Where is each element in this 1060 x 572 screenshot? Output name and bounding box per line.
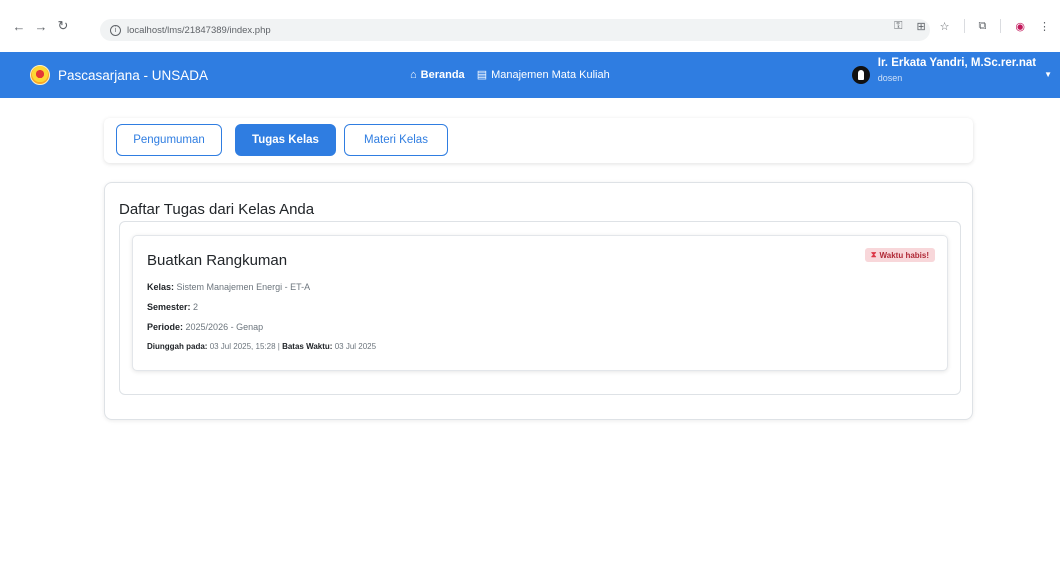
- tabs-card: Pengumuman Tugas Kelas Materi Kelas: [104, 118, 973, 163]
- app-navbar: Pascasarjana - UNSADA ⌂ Beranda ▤ Manaje…: [0, 52, 1060, 98]
- task-periode: Periode: 2025/2026 - Genap: [147, 322, 263, 332]
- address-bar[interactable]: i localhost/lms/21847389/index.php: [100, 19, 930, 41]
- toolbar-divider: [963, 19, 965, 33]
- caret-down-icon: ▼: [1044, 70, 1052, 79]
- user-menu-toggle[interactable]: Ir. Erkata Yandri, M.Sc.rer.nat dosen ▼: [851, 57, 1052, 84]
- home-icon: ⌂: [410, 68, 417, 81]
- url-text: localhost/lms/21847389/index.php: [127, 24, 271, 36]
- date-separator: |: [277, 342, 280, 351]
- brand-name: Pascasarjana - UNSADA: [58, 67, 209, 83]
- status-badge: ⧗ Waktu habis!: [864, 248, 935, 262]
- info-icon[interactable]: i: [110, 24, 121, 36]
- browser-actions: ⚿ ⊞ ☆ ⧉ ◉ ⋮: [894, 19, 1050, 33]
- translate-icon[interactable]: ⊞: [916, 20, 925, 33]
- task-list-container: Buatkan Rangkuman ⧗ Waktu habis! Kelas: …: [119, 221, 961, 395]
- semester-label: Semester:: [147, 302, 191, 312]
- browser-toolbar: ← → ↻ i localhost/lms/21847389/index.php…: [0, 0, 1060, 52]
- calendar-icon: ▤: [476, 69, 488, 81]
- key-icon[interactable]: ⚿: [894, 20, 902, 33]
- menu-icon[interactable]: ⋮: [1039, 20, 1050, 33]
- semester-value: 2: [193, 302, 199, 312]
- hourglass-icon: ⧗: [870, 250, 877, 259]
- diunggah-label: Diunggah pada:: [147, 342, 208, 351]
- nav-link-label: Beranda: [420, 68, 465, 81]
- profile-icon[interactable]: ◉: [1015, 20, 1025, 33]
- user-avatar-icon: [851, 66, 870, 84]
- periode-value: 2025/2026 - Genap: [185, 322, 264, 332]
- kelas-label: Kelas:: [147, 282, 175, 292]
- nav-link-beranda[interactable]: ⌂ Beranda: [410, 69, 465, 81]
- task-item[interactable]: Buatkan Rangkuman ⧗ Waktu habis! Kelas: …: [132, 235, 948, 371]
- diunggah-value: 03 Jul 2025, 15:28: [209, 342, 276, 351]
- reload-icon[interactable]: ↻: [52, 18, 74, 34]
- batas-value: 03 Jul 2025: [334, 342, 377, 351]
- user-role: dosen: [877, 73, 903, 83]
- back-arrow-icon[interactable]: ←: [8, 19, 30, 34]
- toolbar-divider: [1000, 19, 1002, 33]
- task-dates: Diunggah pada: 03 Jul 2025, 15:28 | Bata…: [147, 342, 376, 351]
- batas-label: Batas Waktu:: [282, 342, 333, 351]
- task-title: Buatkan Rangkuman: [147, 252, 288, 269]
- section-title: Daftar Tugas dari Kelas Anda: [119, 201, 315, 218]
- tab-materi-kelas[interactable]: Materi Kelas: [344, 124, 448, 156]
- tab-tugas-kelas[interactable]: Tugas Kelas: [235, 124, 336, 156]
- star-icon[interactable]: ☆: [940, 20, 950, 33]
- status-badge-label: Waktu habis!: [879, 250, 929, 260]
- main-nav: ⌂ Beranda ▤ Manajemen Mata Kuliah: [410, 68, 610, 82]
- task-list-card: Daftar Tugas dari Kelas Anda Buatkan Ran…: [104, 182, 973, 420]
- nav-link-label: Manajemen Mata Kuliah: [491, 68, 610, 81]
- user-name: Ir. Erkata Yandri, M.Sc.rer.nat: [877, 57, 1037, 69]
- task-semester: Semester: 2: [147, 302, 198, 312]
- periode-label: Periode:: [147, 322, 184, 332]
- forward-arrow-icon[interactable]: →: [30, 19, 52, 34]
- kelas-value: Sistem Manajemen Energi - ET-A: [176, 282, 311, 292]
- extensions-icon[interactable]: ⧉: [979, 20, 987, 33]
- tab-pengumuman[interactable]: Pengumuman: [116, 124, 222, 156]
- university-logo-icon: [30, 65, 50, 85]
- task-kelas: Kelas: Sistem Manajemen Energi - ET-A: [147, 282, 310, 292]
- brand-link[interactable]: Pascasarjana - UNSADA: [30, 65, 208, 85]
- nav-link-manajemen-mata-kuliah[interactable]: ▤ Manajemen Mata Kuliah: [476, 68, 610, 82]
